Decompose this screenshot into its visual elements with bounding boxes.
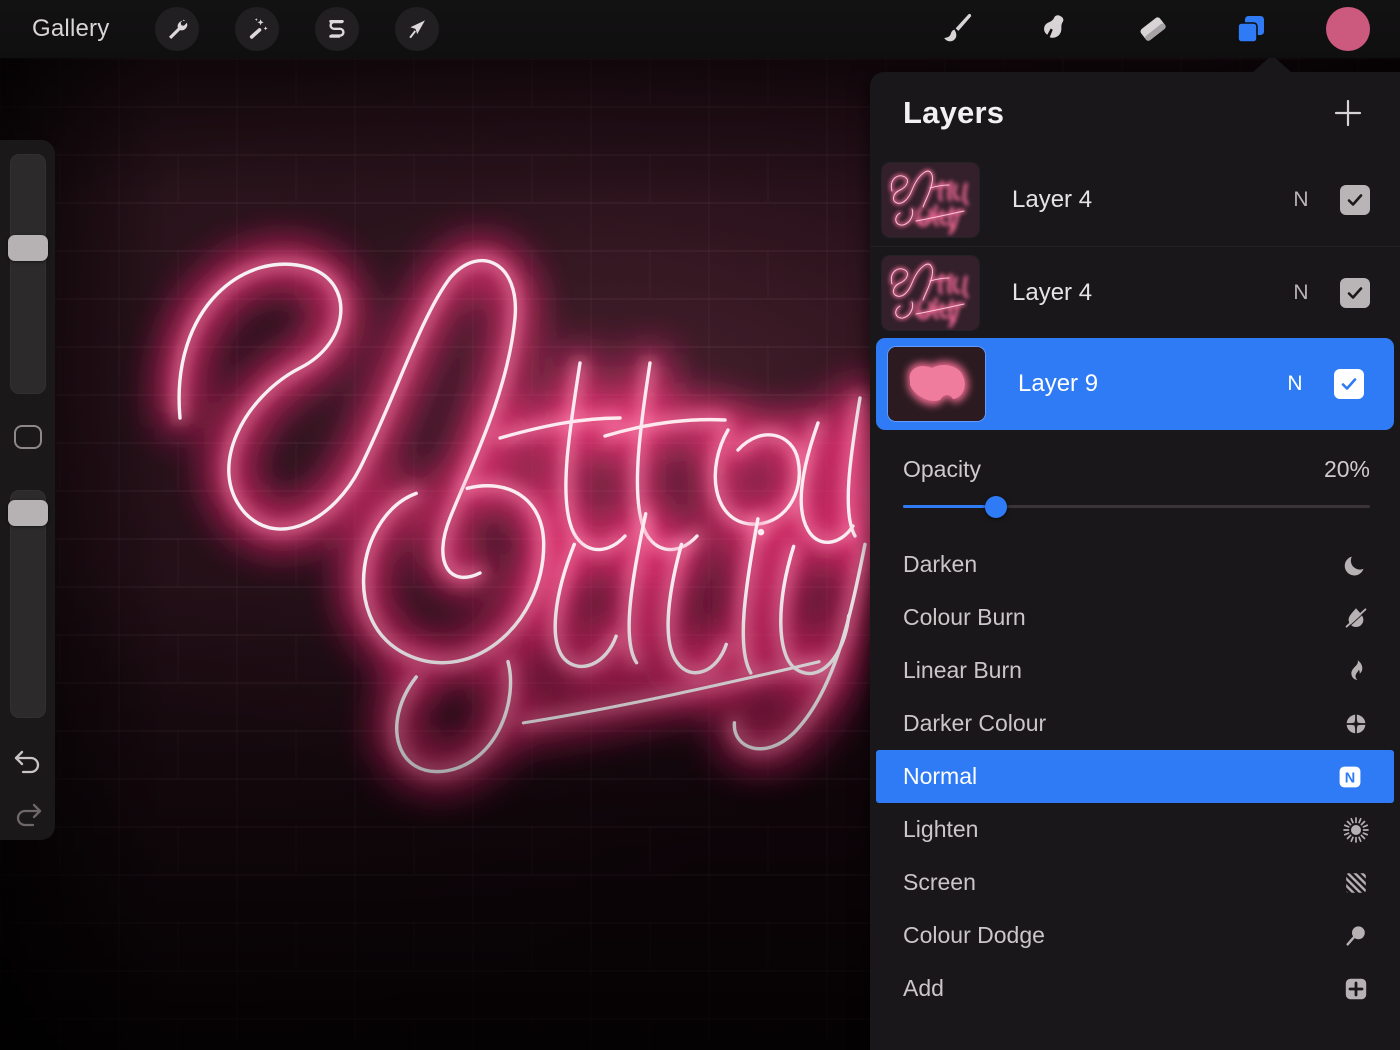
layer-visibility-checkbox[interactable] bbox=[1340, 277, 1370, 308]
magic-wand-icon bbox=[250, 18, 269, 39]
smudge-finger-icon bbox=[1044, 15, 1064, 38]
blend-mode-label: Add bbox=[903, 975, 944, 1001]
blend-mode-label: Normal bbox=[903, 763, 978, 789]
layer-thumbnail[interactable] bbox=[888, 347, 985, 421]
transform-button[interactable] bbox=[395, 7, 440, 51]
layer-name: Layer 4 bbox=[1012, 186, 1093, 213]
redo-button[interactable] bbox=[12, 798, 44, 830]
blend-mode-label: Linear Burn bbox=[903, 657, 1022, 683]
layer-row[interactable]: Layer 9 N bbox=[876, 338, 1394, 430]
undo-button[interactable] bbox=[12, 745, 44, 777]
modify-button[interactable] bbox=[14, 425, 42, 449]
wrench-icon bbox=[169, 19, 188, 39]
procreate-app: Gallery Layers Layer 4 N Layer 4 N Layer… bbox=[0, 0, 1400, 1050]
layer-blend-letter[interactable]: N bbox=[1286, 188, 1316, 212]
flame-icon bbox=[1342, 657, 1370, 685]
smudge-tool-button[interactable] bbox=[1032, 6, 1078, 52]
gallery-button[interactable]: Gallery bbox=[26, 11, 115, 47]
paint-tool-button[interactable] bbox=[934, 6, 980, 52]
layers-icon bbox=[1237, 16, 1264, 43]
color-swatch-button[interactable] bbox=[1326, 7, 1370, 51]
layer-visibility-checkbox[interactable] bbox=[1334, 369, 1364, 399]
blend-mode-item[interactable]: Add bbox=[870, 962, 1400, 1015]
blend-mode-item[interactable]: Lighten bbox=[870, 803, 1400, 856]
layer-blend-letter[interactable]: N bbox=[1286, 281, 1316, 305]
layer-name: Layer 9 bbox=[1018, 370, 1099, 397]
crosshair-circle-icon bbox=[1342, 710, 1370, 738]
layer-thumbnail[interactable] bbox=[882, 163, 979, 237]
blend-mode-label: Darken bbox=[903, 551, 978, 577]
blend-mode-item[interactable]: Darken bbox=[870, 538, 1400, 591]
layer-row[interactable]: Layer 4 N bbox=[870, 154, 1400, 246]
blend-mode-label: Colour Burn bbox=[903, 604, 1026, 630]
plus-square-icon bbox=[1342, 975, 1370, 1003]
blend-mode-item[interactable]: Darker Colour bbox=[870, 697, 1400, 750]
selection-button[interactable] bbox=[315, 7, 360, 51]
opacity-slider-fill bbox=[903, 505, 997, 508]
letter-n-badge-icon: N bbox=[1336, 763, 1364, 791]
brush-size-knob[interactable] bbox=[8, 235, 48, 261]
adjustments-button[interactable] bbox=[235, 7, 280, 51]
blend-mode-item[interactable]: Screen bbox=[870, 856, 1400, 909]
hatched-square-icon bbox=[1342, 869, 1370, 897]
layers-tool-button[interactable] bbox=[1228, 6, 1274, 52]
opacity-slider[interactable] bbox=[903, 495, 1370, 518]
top-toolbar: Gallery bbox=[0, 0, 1400, 58]
layers-panel-header: Layers bbox=[870, 72, 1400, 154]
left-tool-group bbox=[155, 7, 440, 51]
plus-icon bbox=[1334, 99, 1362, 127]
layer-visibility-checkbox[interactable] bbox=[1340, 185, 1370, 215]
opacity-value: 20% bbox=[1323, 456, 1370, 482]
brush-size-slider[interactable] bbox=[8, 154, 48, 394]
sunburst-icon bbox=[1342, 816, 1370, 844]
brush-opacity-knob[interactable] bbox=[8, 500, 48, 526]
paintbrush-icon bbox=[944, 13, 972, 42]
blend-mode-list: Darken Colour Burn Linear Burn Darker Colou… bbox=[870, 538, 1400, 1015]
brush-opacity-slider[interactable] bbox=[8, 490, 48, 718]
right-tool-group bbox=[934, 6, 1370, 52]
blend-mode-item[interactable]: Colour Burn bbox=[870, 591, 1400, 644]
blend-mode-item[interactable]: Linear Burn bbox=[870, 644, 1400, 697]
svg-text:N: N bbox=[1345, 770, 1355, 786]
opacity-label: Opacity bbox=[903, 456, 981, 482]
layer-list: Layer 4 N Layer 4 N Layer 9 N bbox=[870, 154, 1400, 430]
add-layer-button[interactable] bbox=[1326, 91, 1370, 135]
blend-mode-label: Lighten bbox=[903, 816, 979, 842]
blend-mode-item[interactable]: Colour Dodge bbox=[870, 909, 1400, 962]
eraser-icon bbox=[1140, 17, 1166, 41]
blend-mode-label: Colour Dodge bbox=[903, 922, 1045, 948]
layer-name: Layer 4 bbox=[1012, 278, 1093, 306]
layers-panel: Layers Layer 4 N Layer 4 N Layer 9 N Opa… bbox=[870, 72, 1400, 1050]
opacity-slider-knob[interactable] bbox=[985, 495, 1008, 518]
blend-mode-label: Screen bbox=[903, 869, 976, 895]
left-toolbar bbox=[0, 140, 55, 840]
layer-thumbnail[interactable] bbox=[882, 255, 979, 330]
crescent-moon-icon bbox=[1342, 551, 1370, 579]
layer-blend-letter[interactable]: N bbox=[1280, 372, 1310, 396]
blend-mode-item[interactable]: Normal N bbox=[876, 750, 1394, 803]
arrow-transform-icon bbox=[409, 20, 426, 39]
page-title: Layers bbox=[903, 95, 1005, 130]
opacity-section: Opacity 20% bbox=[870, 430, 1400, 518]
actions-wrench-button[interactable] bbox=[155, 7, 200, 51]
selection-s-icon bbox=[329, 20, 345, 38]
layer-row[interactable]: Layer 4 N bbox=[870, 246, 1400, 338]
dodge-magnifier-icon bbox=[1342, 922, 1370, 950]
erase-tool-button[interactable] bbox=[1130, 6, 1176, 52]
blend-mode-label: Darker Colour bbox=[903, 710, 1047, 736]
droplet-slash-icon bbox=[1342, 604, 1370, 632]
